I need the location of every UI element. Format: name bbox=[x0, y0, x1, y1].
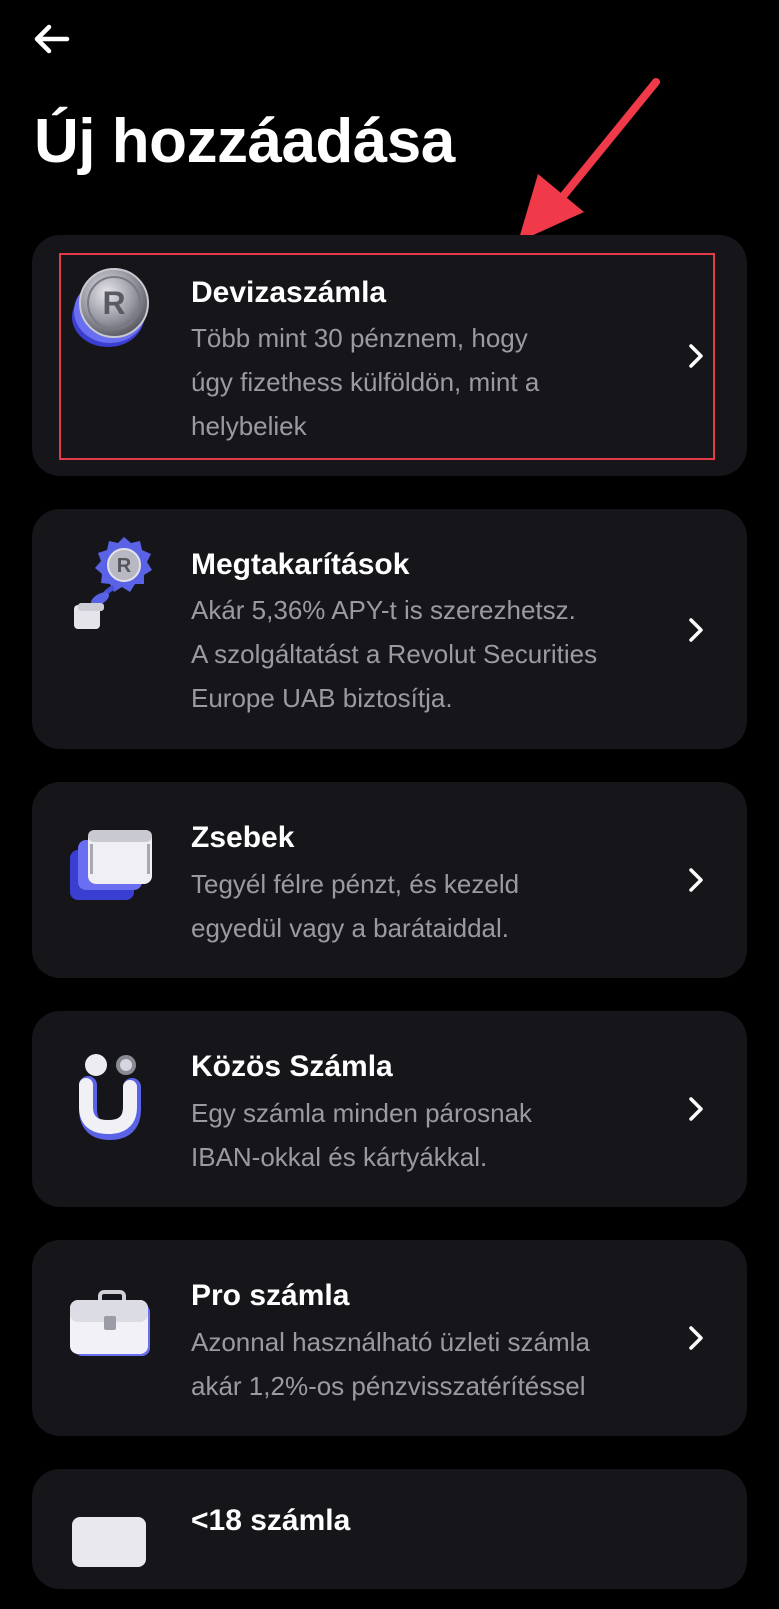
svg-text:R: R bbox=[102, 285, 125, 321]
savings-flower-icon: R bbox=[74, 537, 152, 629]
card-zsebek[interactable]: Zsebek Tegyél félre pénzt, és kezeld egy… bbox=[32, 782, 747, 978]
desc-line: Europe UAB biztosítja. bbox=[191, 683, 453, 713]
desc-line: Tegyél félre pénzt, és kezeld bbox=[191, 869, 520, 899]
card-title: Zsebek bbox=[191, 821, 295, 854]
desc-line: IBAN-okkal és kártyákkal. bbox=[191, 1142, 488, 1172]
chevron-right-icon bbox=[689, 868, 703, 892]
page-title: Új hozzáadása bbox=[34, 107, 455, 176]
card-title: Közös Számla bbox=[191, 1050, 393, 1083]
card-title: Pro számla bbox=[191, 1279, 350, 1312]
desc-line: Akár 5,36% APY-t is szerezhetsz. bbox=[191, 595, 576, 625]
card-title: <18 számla bbox=[191, 1504, 351, 1537]
back-button[interactable] bbox=[26, 16, 76, 62]
card-description: Több mint 30 pénznem, hogy úgy fizethess… bbox=[191, 316, 661, 448]
chevron-right-icon bbox=[689, 618, 703, 642]
card-kozos-szamla[interactable]: Közös Számla Egy számla minden párosnak … bbox=[32, 1011, 747, 1207]
desc-line: akár 1,2%-os pénzvisszatérítéssel bbox=[191, 1371, 586, 1401]
card-under-18-szamla[interactable]: <18 számla bbox=[32, 1469, 747, 1589]
chevron-right-icon bbox=[689, 344, 703, 368]
card-description: Azonnal használható üzleti számla akár 1… bbox=[191, 1320, 661, 1408]
card-description: Egy számla minden párosnak IBAN-okkal és… bbox=[191, 1091, 661, 1179]
chevron-right-icon bbox=[689, 1097, 703, 1121]
card-description: Tegyél félre pénzt, és kezeld egyedül va… bbox=[191, 862, 661, 950]
card-icon bbox=[72, 1517, 146, 1567]
card-title: Megtakarítások bbox=[191, 548, 410, 581]
svg-text:R: R bbox=[117, 555, 132, 577]
desc-line: Egy számla minden párosnak bbox=[191, 1098, 533, 1128]
desc-line: egyedül vagy a barátaiddal. bbox=[191, 913, 510, 943]
chevron-right-icon bbox=[689, 1326, 703, 1350]
card-pro-szamla[interactable]: Pro számla Azonnal használható üzleti sz… bbox=[32, 1240, 747, 1436]
desc-line: Több mint 30 pénznem, hogy bbox=[191, 323, 528, 353]
annotation-arrow bbox=[518, 78, 660, 242]
arrow-left-icon bbox=[34, 24, 70, 54]
pockets-stack-icon bbox=[70, 830, 152, 900]
desc-line: Azonnal használható üzleti számla bbox=[191, 1327, 590, 1357]
revolut-coin-icon: R bbox=[72, 268, 149, 347]
card-megtakaritasok[interactable]: R Megtakarítások Akár 5,36% APY-t is sze… bbox=[32, 509, 747, 749]
card-devizaszamla[interactable]: R Devizaszámla Több mint 30 pénznem, hog… bbox=[32, 235, 747, 476]
briefcase-icon bbox=[70, 1290, 150, 1356]
card-description: Akár 5,36% APY-t is szerezhetsz. A szolg… bbox=[191, 588, 661, 720]
card-title: Devizaszámla bbox=[191, 276, 387, 309]
desc-line: A szolgáltatást a Revolut Securities bbox=[191, 639, 598, 669]
joint-account-icon bbox=[79, 1054, 141, 1141]
desc-line: helybeliek bbox=[191, 411, 307, 441]
desc-line: úgy fizethess külföldön, mint a bbox=[191, 367, 540, 397]
